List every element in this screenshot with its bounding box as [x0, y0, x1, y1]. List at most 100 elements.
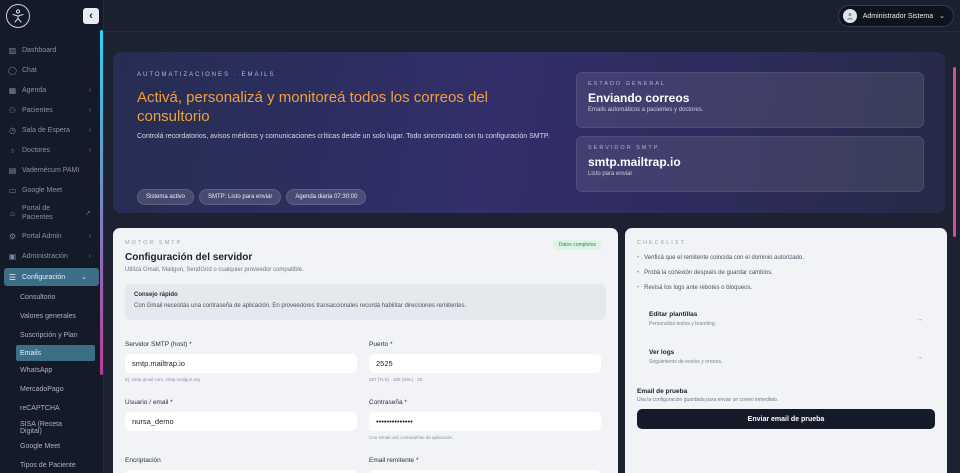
chevron-right-icon: › [88, 86, 91, 94]
sidebar-item-agenda[interactable]: ▦ Agenda › [0, 80, 103, 100]
quick-tip: Consejo rápido Con Gmail necesitás una c… [125, 284, 606, 320]
password-input[interactable]: •••••••••••••• [369, 412, 601, 431]
sidebar-subitem-sisa-receta-digital[interactable]: SISA (Receta Digital) [0, 418, 103, 437]
view-logs-sub: Seguimiento de envíos y errores. [649, 359, 723, 365]
sidebar-subitem-valores-generales[interactable]: Valores generales [0, 307, 103, 326]
sidebar-subitem-mercadopago[interactable]: MercadoPago [0, 380, 103, 399]
doctor-icon: ♁ [9, 145, 16, 155]
smtp-title: Configuración del servidor [125, 252, 253, 263]
chevron-down-icon: ⌄ [81, 274, 87, 281]
chevron-right-icon: › [88, 146, 91, 154]
status-chips: Sistema activo SMTP: Listo para enviar A… [137, 189, 367, 205]
host-label: Servidor SMTP (host) * [125, 341, 192, 348]
sidebar-subitem-tipos-de-paciente[interactable]: Tipos de Paciente [0, 456, 103, 473]
gear-icon: ⚙ [8, 231, 17, 241]
chevron-down-icon: ⌄ [939, 13, 945, 20]
avatar-icon [842, 9, 857, 23]
checklist-kicker: CHECKLIST [637, 240, 686, 246]
status-card-value: Enviando correos [588, 91, 690, 105]
status-card: ESTADO GENERAL Enviando correos Emails a… [576, 72, 924, 128]
smtp-card-kicker: SERVIDOR SMTP [588, 145, 660, 151]
checklist-item-text: Probá la conexión después de guardar cam… [644, 270, 773, 276]
clock-icon: ◷ [9, 125, 16, 135]
sidebar-subitem-recaptcha[interactable]: reCAPTCHA [0, 399, 103, 418]
users-icon: ⚇ [8, 105, 17, 115]
sidebar-item-pacientes[interactable]: ⚇ Pacientes › [0, 100, 103, 120]
sidebar-item-google-meet[interactable]: ▭ Google Meet [0, 180, 103, 200]
checklist-item-text: Verificá que el remitente coincida con e… [644, 255, 804, 261]
chip-system-active: Sistema activo [137, 189, 195, 205]
chevron-right-icon: › [88, 106, 91, 114]
sidebar-subitem-whatsapp[interactable]: WhatsApp [0, 361, 103, 380]
sidebar-item-vadem-cum-pami[interactable]: ▤ Vademécum PAMI [0, 160, 103, 180]
sidebar-item-label: Chat [22, 66, 37, 74]
send-test-email-button[interactable]: Enviar email de prueba [637, 409, 935, 429]
checklist-item: • Probá la conexión después de guardar ca… [637, 270, 935, 276]
host-input[interactable]: smtp.mailtrap.io [125, 354, 357, 373]
sidebar-item-portal-de-pacientes[interactable]: ⌂ Portal de Pacientes ↗ [0, 200, 103, 226]
user-field: Usuario / email * nursa_demo [125, 399, 357, 431]
sidebar-subitem-suscripci-n-y-plan[interactable]: Suscripción y Plan [0, 326, 103, 345]
sender-label: Email remitente * [369, 457, 419, 464]
hero-title: Activá, personalizá y monitoreá todos lo… [137, 89, 489, 125]
edit-templates-link[interactable]: Editar plantillas Personalizá textos y b… [637, 304, 935, 336]
sidebar-item-doctores[interactable]: ♁ Doctores › [0, 140, 103, 160]
building-icon: ▣ [8, 251, 17, 261]
bullet-icon: • [637, 285, 640, 291]
sidebar-header: ‹ [0, 0, 103, 32]
sidebar-subitem-consultorio[interactable]: Consultorio [0, 288, 103, 307]
chevron-right-icon: › [88, 252, 91, 260]
main-scrollbar[interactable] [953, 67, 956, 237]
book-icon: ▤ [8, 165, 17, 175]
sidebar-item-label: Portal Admin [22, 232, 62, 240]
sidebar-item-sala-de-espera[interactable]: ◷ Sala de Espera › [0, 120, 103, 140]
chip-daily-agenda: Agenda diaria 07:30:00 [286, 189, 367, 205]
chat-icon: ◯ [8, 65, 17, 75]
sidebar-item-configuracion[interactable]: ☰ Configuración ⌄ [4, 268, 99, 286]
hero-kicker: AUTOMATIZACIONES · EMAILS [137, 72, 276, 78]
sidebar-subitem-google-meet[interactable]: Google Meet [0, 437, 103, 456]
checklist-item: • Verificá que el remitente coincida con … [637, 255, 935, 261]
chart-icon: ▥ [8, 45, 17, 55]
host-field: Servidor SMTP (host) * smtp.mailtrap.io … [125, 341, 357, 382]
encryption-label: Encriptación [125, 457, 161, 464]
sidebar-subitem-emails[interactable]: Emails [16, 345, 95, 361]
collapse-sidebar-button[interactable]: ‹ [83, 8, 99, 24]
port-input[interactable]: 2525 [369, 354, 601, 373]
smtp-card-value: smtp.mailtrap.io [588, 155, 681, 169]
status-card-sub: Emails automáticos a pacientes y doctore… [588, 107, 704, 113]
sidebar-item-administraci-n[interactable]: ▣ Administración › [0, 246, 103, 266]
checklist-item-text: Revisá los logs ante rebotes o bloqueos. [644, 285, 753, 291]
hero-banner: AUTOMATIZACIONES · EMAILS Activá, person… [113, 52, 945, 213]
sidebar-item-dashboard[interactable]: ▥ Dashboard [0, 40, 103, 60]
sidebar-item-label: Agenda [22, 86, 47, 94]
topbar: Administrador Sistema ⌄ [104, 0, 960, 32]
sidebar-item-label: Portal de Pacientes [22, 205, 53, 221]
tip-title: Consejo rápido [134, 292, 178, 298]
sidebar-item-label: Sala de Espera [22, 126, 70, 134]
main-content: AUTOMATIZACIONES · EMAILS Activá, person… [104, 32, 956, 473]
sidebar-item-label: Google Meet [22, 186, 63, 194]
user-input[interactable]: nursa_demo [125, 412, 357, 431]
sidebar-item-label: Vademécum PAMI [22, 166, 80, 174]
smtp-subtitle: Utilizá Gmail, Mailgun, SendGrid o cualq… [125, 267, 304, 273]
sidebar-item-label: Configuración [22, 273, 66, 281]
password-hint: Con Gmail usá contraseñas de aplicación. [369, 435, 454, 440]
user-name: Administrador Sistema [862, 12, 934, 20]
view-logs-link[interactable]: Ver logs Seguimiento de envíos y errores… [637, 342, 935, 374]
smtp-card-sub: Listo para enviar [588, 171, 633, 177]
sidebar-scrollbar[interactable] [100, 30, 103, 375]
portal-icon: ⌂ [10, 208, 15, 218]
sender-field: Email remitente * [369, 457, 601, 473]
password-label: Contraseña * [369, 399, 407, 406]
tip-text: Con Gmail necesitás una contraseña de ap… [134, 303, 467, 309]
smtp-config-panel: MOTOR SMTP Configuración del servidor Ut… [113, 228, 618, 473]
sidebar-item-portal-admin[interactable]: ⚙ Portal Admin › [0, 226, 103, 246]
sidebar-item-chat[interactable]: ◯ Chat [0, 60, 103, 80]
status-badge: Datos completos [552, 240, 602, 250]
edit-templates-sub: Personalizá textos y branding. [649, 321, 716, 327]
logo-icon[interactable] [6, 4, 30, 28]
host-hint: Ej: smtp.gmail.com, smtp.mailgun.org [125, 377, 201, 382]
external-link-icon: ↗ [85, 209, 91, 217]
user-menu-button[interactable]: Administrador Sistema ⌄ [837, 5, 954, 27]
